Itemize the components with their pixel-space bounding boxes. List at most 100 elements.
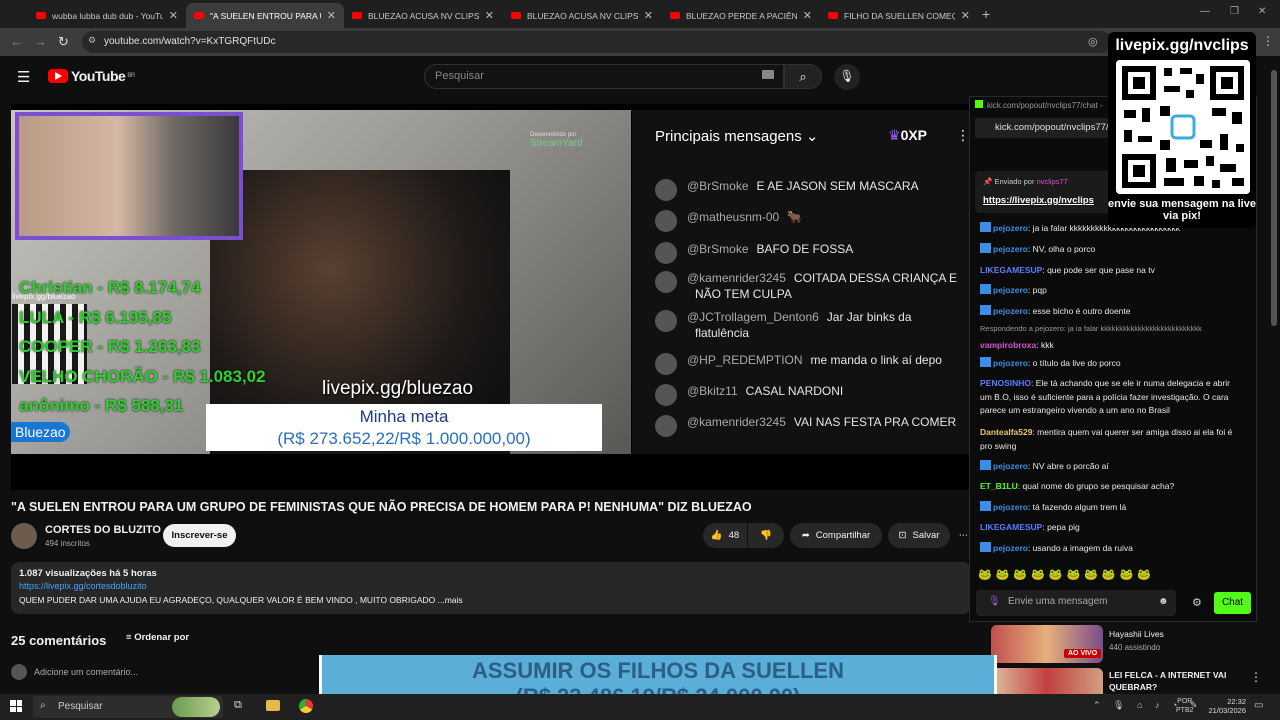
- close-tab-icon[interactable]: ✕: [485, 9, 494, 22]
- pin-icon: 📌: [983, 177, 995, 186]
- keyboard-icon[interactable]: [762, 70, 774, 79]
- chat-send-button[interactable]: Chat: [1214, 592, 1251, 614]
- chat-username[interactable]: PENOSINHO: [980, 378, 1031, 388]
- close-tab-icon[interactable]: ✕: [644, 9, 653, 22]
- dislike-button[interactable]: 👎: [748, 523, 784, 548]
- chat-username[interactable]: LIKEGAMESUP: [980, 265, 1042, 275]
- chat-message-input[interactable]: Envie uma mensagem: [976, 590, 1176, 616]
- pinned-link[interactable]: https://livepix.gg/nvclips: [983, 195, 1094, 206]
- channel-avatar[interactable]: [11, 523, 37, 549]
- forward-icon[interactable]: →: [34, 34, 47, 49]
- microphone-icon[interactable]: 🎙: [988, 596, 1001, 607]
- search-button[interactable]: ⌕: [784, 64, 822, 89]
- top-chat-message: @kamenrider3245 VAI NAS FESTA PRA COMER: [655, 415, 971, 437]
- chat-text: : esse bicho é outro doente: [1027, 306, 1131, 316]
- clock[interactable]: 22:32 21/03/2026: [1200, 697, 1246, 715]
- microphone-icon: 🎙: [839, 69, 855, 83]
- chat-username[interactable]: vampirobroxa: [980, 340, 1036, 350]
- tracking-eye-icon[interactable]: ◎: [1088, 35, 1098, 48]
- browser-tab[interactable]: BLUEZAO PERDE A PACIÊNCIA ✕: [662, 3, 820, 28]
- windows-start-icon[interactable]: [10, 700, 22, 712]
- language-indicator[interactable]: POR PTB2: [1176, 697, 1194, 715]
- streamer-name-tag: Bluezao: [11, 422, 70, 442]
- chat-username[interactable]: pejozero: [993, 223, 1028, 233]
- goal-title: ASSUMIR OS FILHOS DA SUELLEN: [472, 658, 844, 683]
- add-comment-input[interactable]: Adicione um comentário...: [34, 667, 138, 677]
- reload-icon[interactable]: ↻: [58, 34, 69, 50]
- close-window-button[interactable]: ✕: [1258, 6, 1266, 17]
- chat-username[interactable]: pejozero: [993, 285, 1028, 295]
- chat-username[interactable]: pejozero: [993, 244, 1028, 254]
- more-options-icon[interactable]: ⋮: [956, 127, 970, 144]
- chat-text: me manda o link aí depo: [810, 353, 942, 367]
- more-options-icon[interactable]: ⋮: [1250, 670, 1262, 684]
- chat-username[interactable]: Dantealfa529: [980, 427, 1032, 437]
- close-tab-icon[interactable]: ✕: [961, 9, 970, 22]
- page-scrollbar[interactable]: [1271, 70, 1277, 326]
- qr-caption: envie sua mensagem na live via pix!: [1108, 198, 1256, 222]
- minimize-button[interactable]: —: [1200, 6, 1210, 17]
- close-tab-icon[interactable]: ✕: [327, 9, 336, 22]
- voice-search-button[interactable]: 🎙: [834, 64, 860, 90]
- search-icon: ⌕: [40, 700, 46, 711]
- youtube-play-icon: [48, 69, 68, 83]
- region-code: BR: [127, 73, 135, 79]
- browser-tab[interactable]: wubba lubba dub dub - YouTub ✕: [28, 3, 186, 28]
- browser-tab[interactable]: FILHO DA SUELLEN COMEÇA A ✕: [820, 3, 978, 28]
- site-info-icon[interactable]: ⚙: [88, 35, 96, 46]
- chat-username[interactable]: pejozero: [993, 358, 1028, 368]
- browser-menu-icon[interactable]: ⋮: [1262, 34, 1274, 48]
- share-button[interactable]: ➦ Compartilhar: [790, 523, 882, 548]
- menu-icon[interactable]: ☰: [17, 68, 30, 86]
- like-button[interactable]: 👍 48: [703, 523, 747, 548]
- youtube-logo[interactable]: YouTube BR: [48, 68, 135, 84]
- gear-icon[interactable]: ⚙: [1192, 596, 1202, 609]
- chrome-icon[interactable]: [299, 699, 313, 713]
- chat-username[interactable]: ET_B1LU: [980, 481, 1018, 491]
- sort-button[interactable]: ≡ Ordenar por: [126, 632, 189, 643]
- file-explorer-icon[interactable]: [266, 700, 280, 711]
- top-chat-title[interactable]: Principais mensagens ⌄: [655, 127, 819, 145]
- chat-username[interactable]: pejozero: [993, 461, 1028, 471]
- new-tab-button[interactable]: +: [982, 6, 990, 22]
- youtube-favicon-icon: [828, 12, 838, 19]
- chat-username[interactable]: pejozero: [993, 543, 1028, 553]
- donation-entry: anônimo - R$ 588,31: [19, 396, 184, 415]
- chat-message: PENOSINHO: Ele tá achando que se ele ir …: [980, 377, 1244, 418]
- close-tab-icon[interactable]: ✕: [169, 9, 178, 22]
- webcam-overlay: [15, 112, 243, 240]
- browser-tab[interactable]: "A SUELEN ENTROU PARA U ✕: [186, 3, 344, 28]
- subscribe-button[interactable]: Inscrever-se: [163, 524, 236, 547]
- meta-value: (R$ 273.652,22/R$ 1.000.000,00): [277, 429, 531, 448]
- task-view-icon[interactable]: ⧉: [234, 699, 242, 712]
- chat-text: : usando a imagem da ruiva: [1027, 543, 1133, 553]
- avatar: [655, 384, 677, 406]
- chat-text: BAFO DE FOSSA: [756, 242, 854, 256]
- chat-username[interactable]: pejozero: [993, 306, 1028, 316]
- emoji-icon[interactable]: ☻: [1158, 596, 1169, 607]
- browser-tab[interactable]: BLUEZAO ACUSA NV CLIPS DE ✕: [344, 3, 502, 28]
- maximize-button[interactable]: ❐: [1230, 6, 1239, 17]
- notification-icon[interactable]: ▭: [1254, 700, 1263, 711]
- youtube-favicon-icon: [511, 12, 521, 19]
- xp-badge: ♛0XP: [888, 127, 928, 143]
- description-link[interactable]: https://livepix.gg/cortesdobluzito: [19, 581, 147, 591]
- save-button[interactable]: ⊡ Salvar: [888, 523, 950, 548]
- youtube-favicon-icon: [670, 12, 680, 19]
- top-chat-message: flatulência: [695, 326, 1011, 340]
- chat-username[interactable]: LIKEGAMESUP: [980, 522, 1042, 532]
- youtube-favicon-icon: [352, 12, 362, 19]
- chat-message: LIKEGAMESUP: que pode ser que pase na tv: [980, 264, 1244, 278]
- channel-name[interactable]: CORTES DO BLUZITO: [45, 524, 161, 536]
- emote-bar[interactable]: 🐸🐸🐸🐸🐸🐸🐸🐸🐸🐸: [978, 568, 1155, 581]
- badge-icon: [980, 222, 991, 232]
- url-bar[interactable]: youtube.com/watch?v=KxTGRQFtUDc: [82, 31, 1112, 53]
- recommendation-title[interactable]: Hayashii Lives: [1109, 629, 1164, 639]
- recommendation-title[interactable]: LEI FELCA - A INTERNET VAI QUEBRAR?: [1109, 669, 1229, 693]
- close-tab-icon[interactable]: ✕: [803, 9, 812, 22]
- browser-tab[interactable]: BLUEZAO ACUSA NV CLIPS E G ✕: [503, 3, 661, 28]
- chat-username[interactable]: pejozero: [993, 502, 1028, 512]
- back-icon[interactable]: ←: [10, 34, 23, 49]
- taskbar-widget[interactable]: [172, 697, 220, 717]
- search-input[interactable]: Pesquisar: [424, 64, 784, 89]
